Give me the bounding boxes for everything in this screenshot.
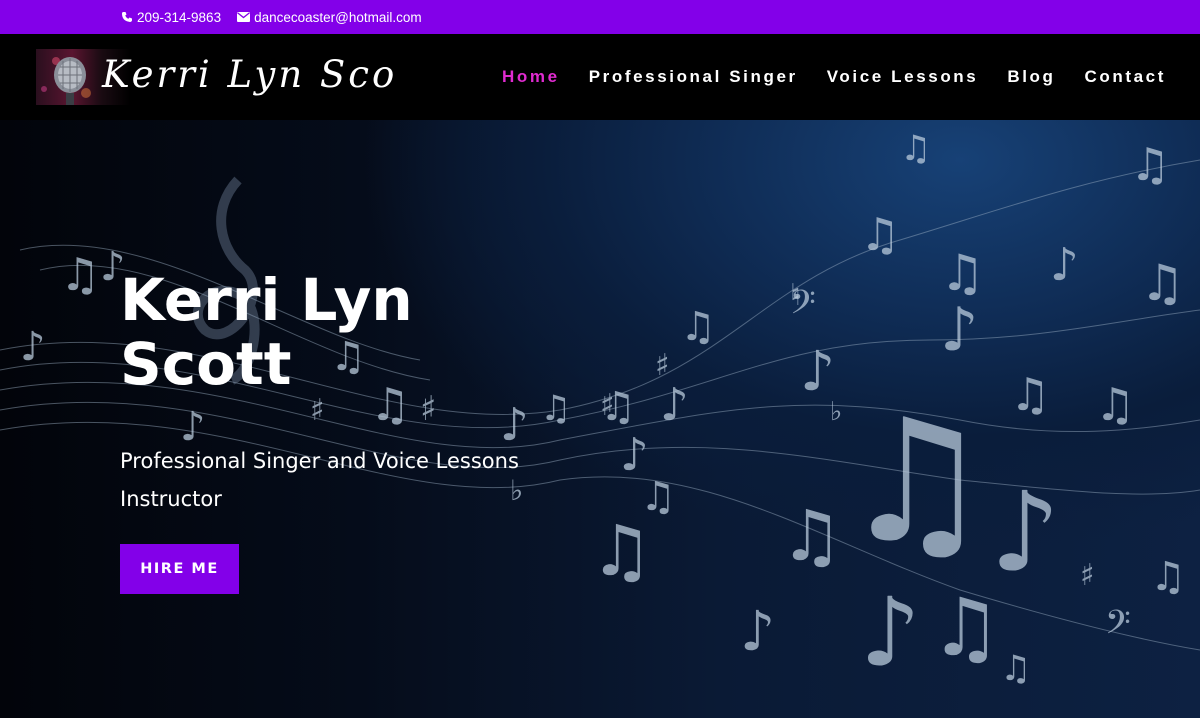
svg-text:♫: ♫ — [860, 208, 900, 261]
svg-text:♫: ♫ — [1095, 378, 1135, 431]
svg-text:♫: ♫ — [680, 304, 716, 350]
nav-blog[interactable]: Blog — [1007, 67, 1055, 87]
hero-subtitle-line1: Professional Singer and Voice Lessons — [120, 449, 519, 473]
svg-text:♭: ♭ — [830, 397, 842, 427]
phone-contact[interactable]: 209-314-9863 — [120, 10, 221, 25]
svg-text:♫: ♫ — [590, 510, 653, 592]
svg-text:♯: ♯ — [655, 348, 670, 383]
svg-text:♫: ♫ — [780, 495, 843, 577]
svg-text:♫: ♫ — [1140, 254, 1185, 312]
svg-text:♪: ♪ — [740, 599, 775, 663]
nav-contact[interactable]: Contact — [1085, 67, 1166, 87]
microphone-icon — [41, 57, 91, 105]
svg-text:♪: ♪ — [990, 468, 1060, 596]
music-notes-background: ♫ ♪ ♪ ♫ ♫ ♫ ♪ ♫ ♪ ♫ ♫ ♫ ♫ ♫ ♪ ♫ ♪ ♫ ♪ ♪ … — [0, 129, 1200, 689]
hero-title-line2: Scott — [120, 330, 292, 398]
svg-text:♫: ♫ — [1000, 649, 1031, 689]
svg-text:♪: ♪ — [860, 578, 921, 688]
hire-me-button[interactable]: HIRE ME — [120, 544, 239, 594]
svg-text:♫: ♫ — [930, 581, 1002, 674]
main-nav: Home Professional Singer Voice Lessons B… — [502, 34, 1166, 120]
email-contact[interactable]: dancecoaster@hotmail.com — [237, 10, 422, 25]
hero-title-line1: Kerri Lyn — [120, 266, 413, 334]
svg-text:♪: ♪ — [20, 324, 46, 370]
svg-text:♫: ♫ — [60, 248, 100, 301]
phone-number: 209-314-9863 — [137, 9, 222, 25]
svg-text:♮: ♮ — [790, 278, 801, 313]
hero-title: Kerri Lyn Scott — [120, 268, 540, 396]
svg-text:♫: ♫ — [900, 129, 931, 169]
svg-text:♫: ♫ — [1010, 368, 1050, 421]
nav-professional-singer[interactable]: Professional Singer — [589, 67, 798, 87]
phone-icon — [120, 11, 133, 24]
hero-subtitle: Professional Singer and Voice Lessons In… — [120, 442, 570, 518]
svg-text:♪: ♪ — [940, 295, 978, 365]
top-contact-bar: 209-314-9863 dancecoaster@hotmail.com — [0, 0, 1200, 34]
svg-text:♫: ♫ — [540, 389, 571, 429]
svg-text:♪: ♪ — [660, 378, 689, 431]
svg-text:♪: ♪ — [1050, 238, 1079, 291]
svg-text:♪: ♪ — [800, 339, 835, 403]
site-header: Kerri Lyn Scott Home Professional Singer… — [0, 34, 1200, 120]
hero-subtitle-line2: Instructor — [120, 487, 222, 511]
svg-text:𝄢: 𝄢 — [1105, 604, 1131, 650]
envelope-icon — [237, 11, 251, 24]
svg-text:♯: ♯ — [600, 388, 615, 423]
svg-text:♯: ♯ — [1080, 558, 1095, 593]
svg-text:♯: ♯ — [310, 393, 325, 428]
nav-voice-lessons[interactable]: Voice Lessons — [827, 67, 979, 87]
svg-text:♫: ♫ — [1150, 554, 1186, 600]
svg-text:♫: ♫ — [840, 383, 992, 581]
site-logo[interactable]: Kerri Lyn Scott — [36, 49, 398, 105]
svg-text:♫: ♫ — [1130, 138, 1170, 191]
hero-section: ♫ ♪ ♪ ♫ ♫ ♫ ♪ ♫ ♪ ♫ ♫ ♫ ♫ ♫ ♪ ♫ ♪ ♫ ♪ ♪ … — [0, 120, 1200, 718]
email-address: dancecoaster@hotmail.com — [254, 9, 422, 25]
logo-text: Kerri Lyn Scott — [102, 53, 398, 96]
svg-text:♫: ♫ — [640, 474, 676, 520]
nav-home[interactable]: Home — [502, 67, 560, 87]
svg-text:♫: ♫ — [940, 244, 985, 302]
